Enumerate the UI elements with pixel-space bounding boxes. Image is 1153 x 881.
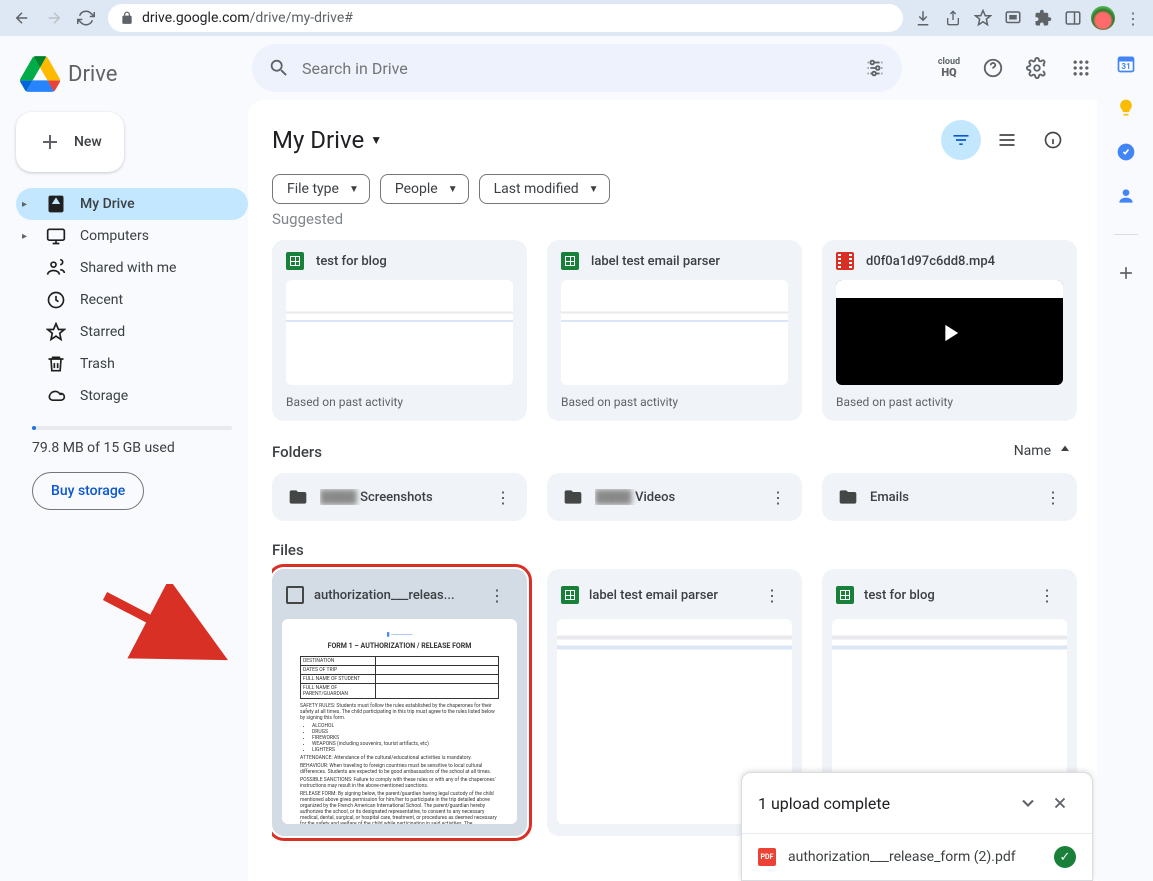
- folder-icon: [838, 487, 858, 507]
- reload-button[interactable]: [72, 4, 100, 32]
- card-subtitle: Based on past activity: [561, 395, 788, 409]
- search-icon: [268, 57, 290, 79]
- add-icon[interactable]: [1116, 263, 1136, 283]
- checkbox-icon[interactable]: [286, 586, 304, 604]
- sheets-icon: [561, 586, 579, 604]
- browser-actions: ⋮: [911, 6, 1145, 30]
- settings-icon[interactable]: [1017, 48, 1057, 88]
- preview-thumb: [836, 280, 1063, 385]
- folder-item[interactable]: Emails⋮: [822, 473, 1077, 521]
- card-subtitle: Based on past activity: [286, 395, 513, 409]
- tasks-icon[interactable]: [1116, 142, 1136, 162]
- file-card-highlighted[interactable]: authorization___releas...⋮ ▮ ───── FORM …: [272, 569, 527, 836]
- sheets-icon: [561, 252, 579, 270]
- suggested-card[interactable]: test for blog Based on past activity: [272, 240, 527, 421]
- suggested-card[interactable]: label test email parser Based on past ac…: [547, 240, 802, 421]
- toast-item[interactable]: PDF authorization___release_form (2).pdf…: [742, 833, 1092, 880]
- nav-storage[interactable]: Storage: [16, 380, 248, 412]
- pdf-icon: PDF: [758, 848, 776, 866]
- forward-button[interactable]: [40, 4, 68, 32]
- nav-computers[interactable]: ▸Computers: [16, 220, 248, 252]
- keep-icon[interactable]: [1116, 98, 1136, 118]
- folder-icon: [563, 487, 583, 507]
- more-icon[interactable]: ⋮: [762, 481, 794, 513]
- bookmark-icon[interactable]: [971, 6, 995, 30]
- search-options-icon[interactable]: [864, 57, 886, 79]
- page-title[interactable]: My Drive ▼: [272, 126, 382, 154]
- support-icon[interactable]: [973, 48, 1013, 88]
- preview-thumb: [561, 280, 788, 385]
- nav-starred[interactable]: Starred: [16, 316, 248, 348]
- search-input[interactable]: [302, 59, 852, 78]
- extensions-icon[interactable]: [1031, 6, 1055, 30]
- upload-toast: 1 upload complete PDF authorization___re…: [741, 772, 1093, 881]
- sort-button[interactable]: Name: [1014, 443, 1073, 459]
- logo-text: Drive: [68, 62, 117, 87]
- cast-icon[interactable]: [1001, 6, 1025, 30]
- card-subtitle: Based on past activity: [836, 395, 1063, 409]
- drive-logo[interactable]: Drive: [16, 44, 248, 112]
- suggested-card[interactable]: d0f0a1d97c6dd8.mp4 Based on past activit…: [822, 240, 1077, 421]
- success-icon: ✓: [1054, 846, 1076, 868]
- more-icon[interactable]: ⋮: [481, 579, 513, 611]
- nav-my-drive[interactable]: ▸My Drive: [16, 188, 248, 220]
- search-box[interactable]: [252, 44, 902, 92]
- nav-recent[interactable]: Recent: [16, 284, 248, 316]
- contacts-icon[interactable]: [1116, 186, 1136, 206]
- file-preview: ▮ ───── FORM 1 – AUTHORIZATION / RELEASE…: [282, 619, 517, 824]
- address-bar[interactable]: drive.google.com/drive/my-drive#: [108, 4, 903, 32]
- info-icon[interactable]: [1033, 120, 1073, 160]
- toast-filename: authorization___release_form (2).pdf: [788, 849, 1042, 865]
- sheets-icon: [286, 252, 304, 270]
- profile-avatar-icon[interactable]: [1091, 6, 1115, 30]
- share-icon[interactable]: [941, 6, 965, 30]
- download-icon[interactable]: [911, 6, 935, 30]
- chip-last-modified[interactable]: Last modified ▼: [479, 174, 610, 204]
- list-view-icon[interactable]: [987, 120, 1027, 160]
- chevron-down-icon[interactable]: [1012, 787, 1044, 819]
- browser-toolbar: drive.google.com/drive/my-drive# ⋮: [0, 0, 1153, 36]
- nav-shared[interactable]: Shared with me: [16, 252, 248, 284]
- folder-item[interactable]: ████ Videos⋮: [547, 473, 802, 521]
- sheets-icon: [836, 586, 854, 604]
- more-icon[interactable]: ⋮: [1037, 481, 1069, 513]
- storage-usage-text: 79.8 MB of 15 GB used: [32, 440, 240, 456]
- calendar-icon[interactable]: 31: [1116, 54, 1136, 74]
- folder-item[interactable]: ████ Screenshots⋮: [272, 473, 527, 521]
- close-icon[interactable]: [1044, 787, 1076, 819]
- more-icon[interactable]: ⋮: [1031, 579, 1063, 611]
- toast-title: 1 upload complete: [758, 794, 1012, 813]
- folder-icon: [288, 487, 308, 507]
- url-text: drive.google.com/drive/my-drive#: [142, 10, 353, 26]
- drive-logo-icon: [20, 56, 60, 92]
- sidepanel-icon[interactable]: [1061, 6, 1085, 30]
- nav-trash[interactable]: Trash: [16, 348, 248, 380]
- menu-icon[interactable]: ⋮: [1121, 6, 1145, 30]
- preview-thumb: [286, 280, 513, 385]
- more-icon[interactable]: ⋮: [487, 481, 519, 513]
- filter-icon[interactable]: [941, 120, 981, 160]
- plus-icon: [38, 130, 62, 154]
- back-button[interactable]: [8, 4, 36, 32]
- buy-storage-button[interactable]: Buy storage: [32, 472, 144, 510]
- suggested-label: Suggested: [272, 212, 1077, 228]
- apps-icon[interactable]: [1061, 48, 1101, 88]
- video-icon: [836, 252, 854, 270]
- lock-icon: [120, 11, 134, 25]
- chip-file-type[interactable]: File type ▼: [272, 174, 370, 204]
- folders-label: Folders: [272, 443, 322, 461]
- chip-people[interactable]: People ▼: [380, 174, 469, 204]
- top-bar: cloudHQ: [248, 36, 1153, 100]
- files-label: Files: [272, 541, 1077, 559]
- more-icon[interactable]: ⋮: [756, 579, 788, 611]
- new-button[interactable]: New: [16, 112, 124, 172]
- side-panel: 31: [1097, 36, 1153, 881]
- sidebar: Drive New ▸My Drive ▸Computers Shared wi…: [0, 36, 248, 881]
- cloudhq-icon[interactable]: cloudHQ: [929, 48, 969, 88]
- svg-text:31: 31: [1121, 62, 1131, 72]
